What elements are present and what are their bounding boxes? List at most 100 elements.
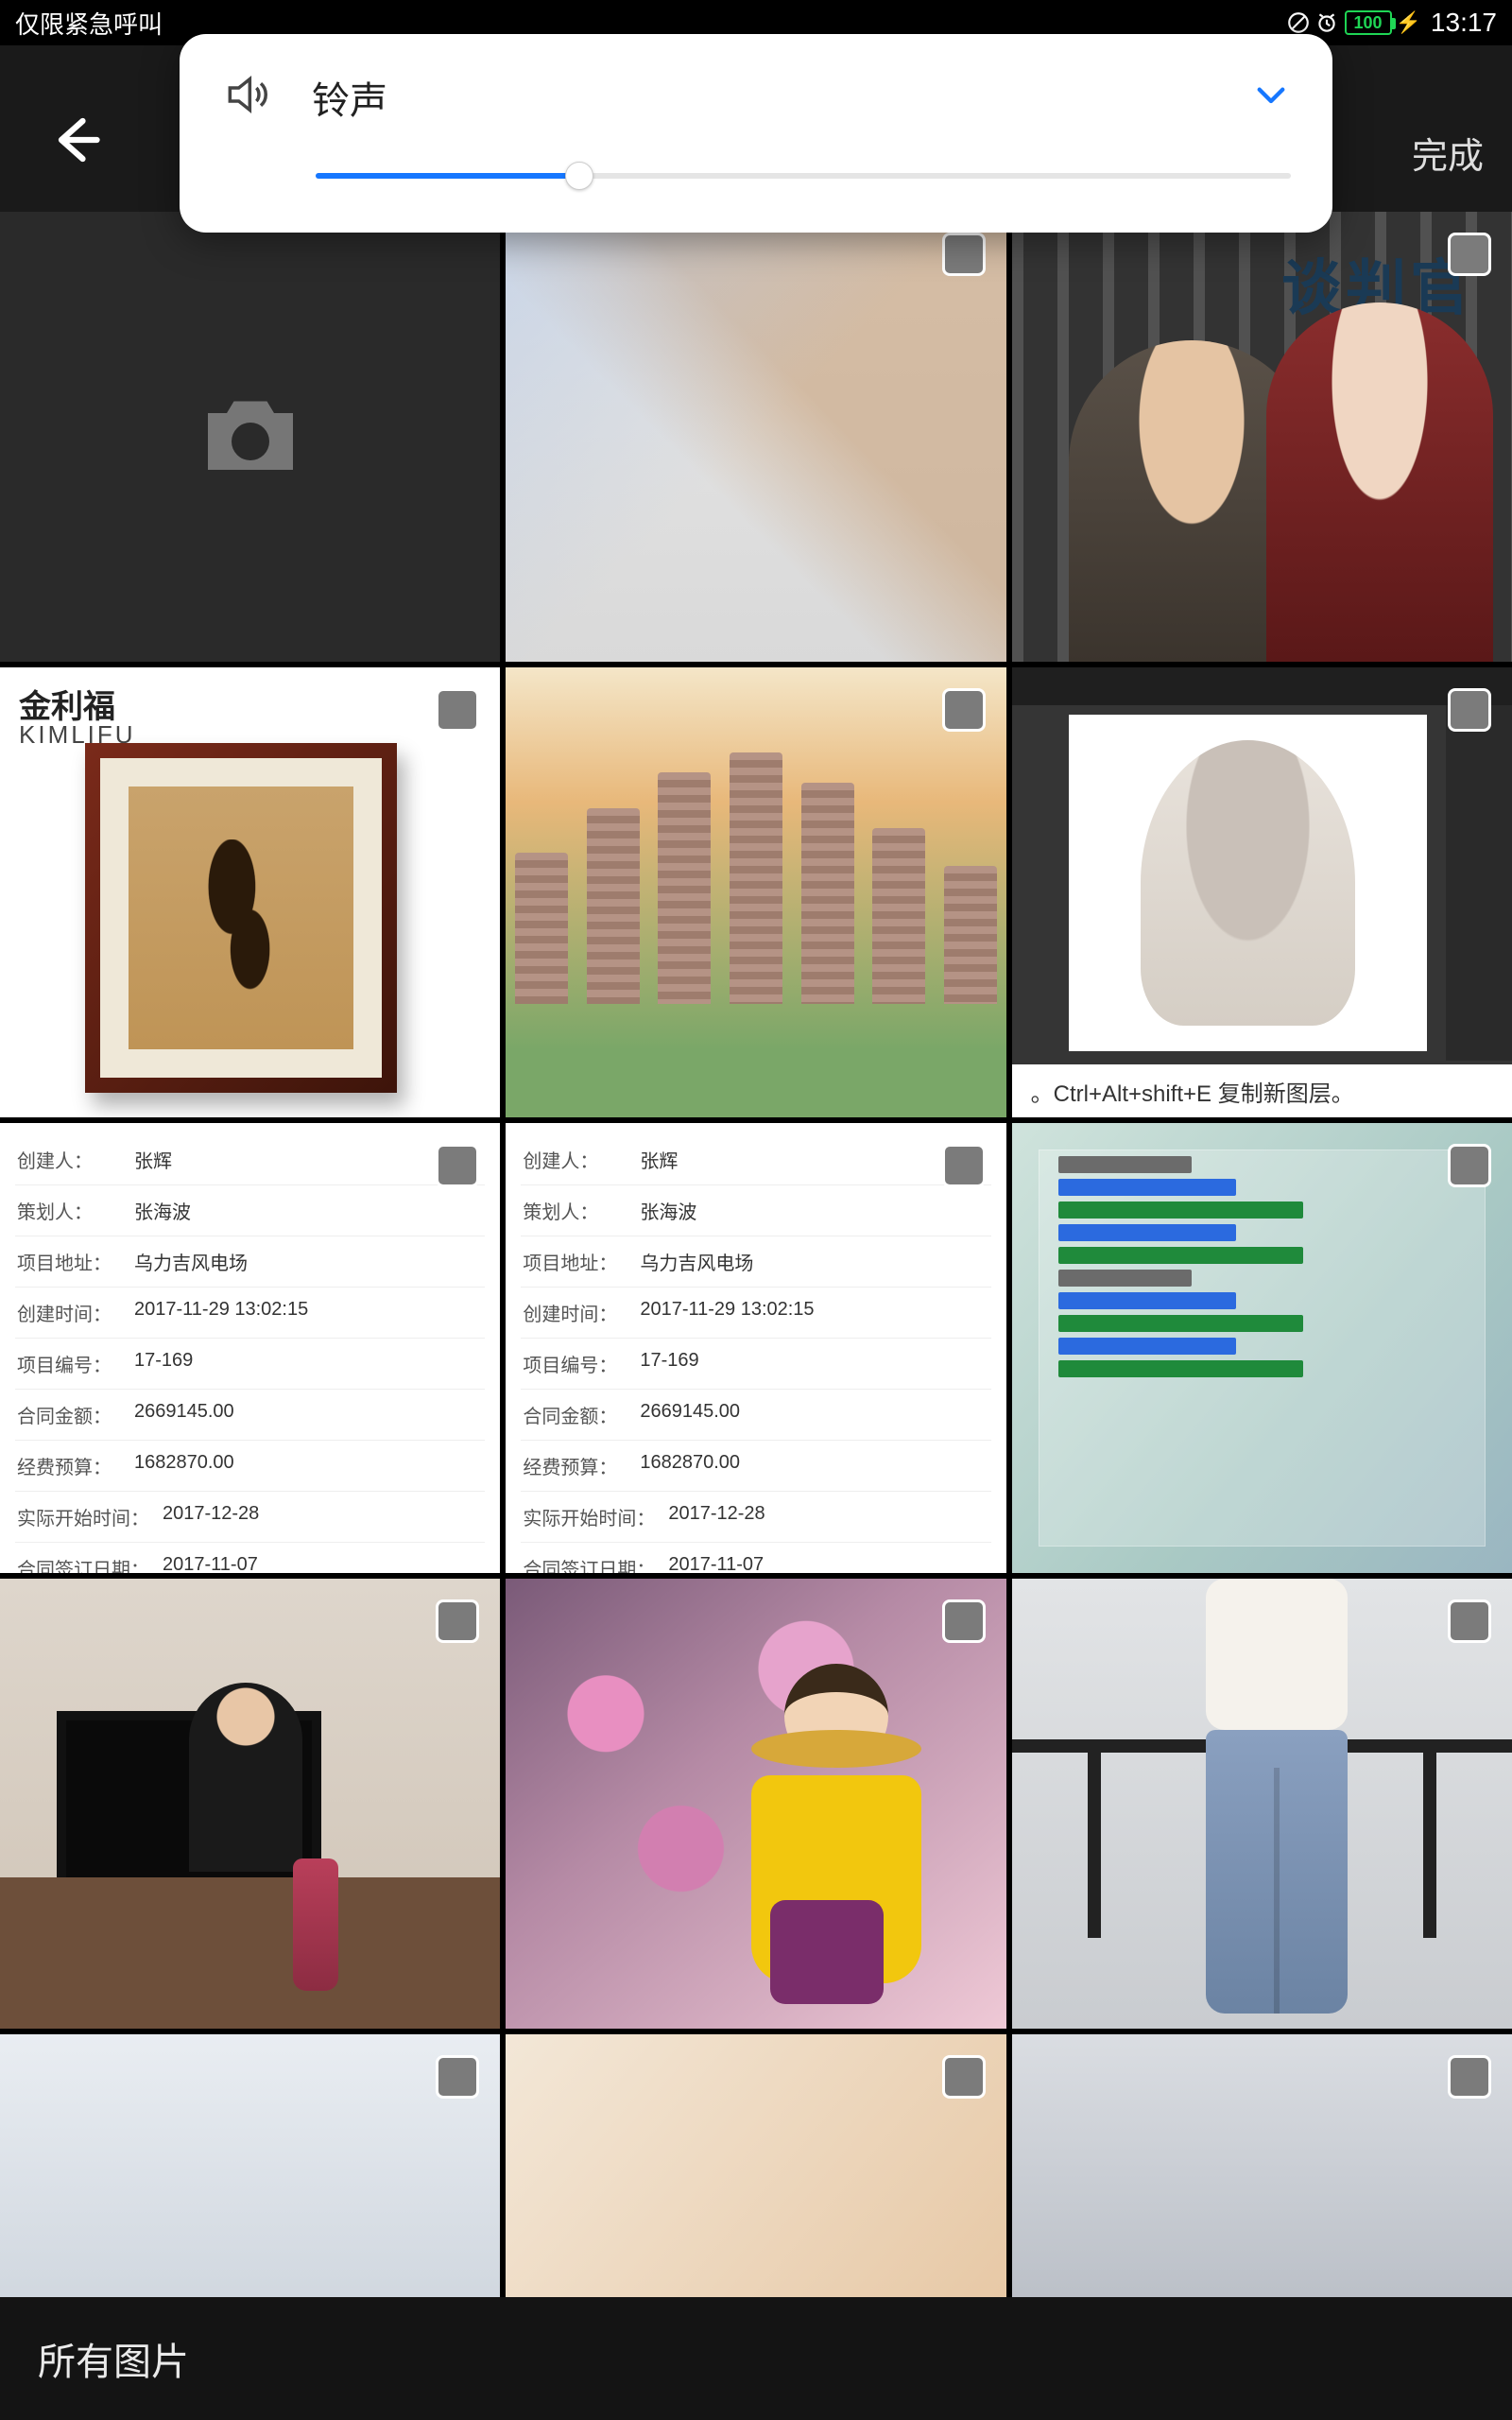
alarm-icon	[1314, 10, 1339, 35]
form-label: 创建时间：	[17, 1299, 121, 1326]
form-value: 2017-12-28	[163, 1503, 259, 1530]
expand-button[interactable]	[1251, 75, 1291, 119]
form-label: 创建人：	[523, 1146, 627, 1173]
form-row: 创建人： 张辉	[15, 1134, 485, 1185]
status-system-icons	[1286, 10, 1339, 35]
gallery-thumb[interactable]	[1012, 1579, 1512, 2029]
form-label: 合同签订日期：	[17, 1554, 149, 1573]
select-checkbox[interactable]	[1448, 688, 1491, 732]
form-value: 张辉	[134, 1146, 172, 1173]
select-checkbox[interactable]	[942, 2055, 986, 2099]
form-label: 项目地址：	[17, 1248, 121, 1275]
select-checkbox[interactable]	[942, 688, 986, 732]
gallery-thumb[interactable]	[1012, 2034, 1512, 2318]
speaker-icon	[221, 68, 274, 126]
select-checkbox[interactable]	[942, 1599, 986, 1643]
form-value: 2017-11-29 13:02:15	[640, 1299, 814, 1326]
form-label: 合同金额：	[523, 1401, 627, 1428]
select-checkbox[interactable]	[942, 1144, 986, 1187]
gallery-thumb[interactable]	[506, 2034, 1005, 2318]
gallery-thumb[interactable]	[506, 667, 1005, 1117]
form-row: 创建时间：2017-11-29 13:02:15	[521, 1288, 990, 1339]
form-value: 1682870.00	[640, 1452, 740, 1479]
slider-thumb[interactable]	[565, 162, 593, 190]
charging-icon: ⚡	[1396, 10, 1421, 35]
gallery-thumb[interactable]: 谈判官	[1012, 212, 1512, 662]
volume-panel: 铃声	[180, 34, 1332, 233]
form-label: 实际开始时间：	[523, 1503, 655, 1530]
gallery-grid[interactable]: 谈判官 金利福 KIMLIFU 。Ctrl+Alt+shift+E 复制新图层。…	[0, 212, 1512, 2318]
form-value: 2669145.00	[640, 1401, 740, 1428]
select-checkbox[interactable]	[1448, 1144, 1491, 1187]
form-value: 1682870.00	[134, 1452, 234, 1479]
form-value: 2017-11-07	[668, 1554, 764, 1573]
volume-label: 铃声	[312, 70, 1213, 125]
form-row: 经费预算：1682870.00	[521, 1441, 990, 1492]
form-row: 项目地址：乌力吉风电场	[15, 1236, 485, 1288]
slider-fill	[316, 173, 579, 179]
gallery-thumb[interactable]: 。Ctrl+Alt+shift+E 复制新图层。	[1012, 667, 1512, 1117]
form-label: 创建人：	[17, 1146, 121, 1173]
status-right-cluster: 100 ⚡ 13:17	[1286, 8, 1497, 38]
select-checkbox[interactable]	[436, 688, 479, 732]
camera-icon	[194, 380, 307, 493]
form-value: 2669145.00	[134, 1401, 234, 1428]
form-row: 合同金额： 2669145.00	[521, 1390, 990, 1441]
done-button[interactable]: 完成	[1412, 127, 1484, 179]
form-row: 合同签订日期： 2017-11-07	[15, 1543, 485, 1573]
gallery-thumb[interactable]	[0, 2034, 500, 2318]
gallery-thumb[interactable]	[0, 1579, 500, 2029]
select-checkbox[interactable]	[1448, 1599, 1491, 1643]
volume-slider[interactable]	[316, 158, 1291, 196]
back-button[interactable]	[47, 112, 104, 168]
form-row: 实际开始时间： 2017-12-28	[15, 1492, 485, 1543]
form-label: 项目编号：	[523, 1350, 627, 1377]
select-checkbox[interactable]	[942, 233, 986, 276]
form-label: 策划人：	[17, 1197, 121, 1224]
status-network-text: 仅限紧急呼叫	[15, 6, 163, 41]
form-value: 张海波	[640, 1197, 696, 1224]
form-row: 创建时间：2017-11-29 13:02:15	[15, 1288, 485, 1339]
form-label: 项目编号：	[17, 1350, 121, 1377]
select-checkbox[interactable]	[436, 2055, 479, 2099]
gallery-thumb[interactable]	[506, 1579, 1005, 2029]
gallery-thumb[interactable]: 创建人：张辉策划人：张海波项目地址：乌力吉风电场创建时间：2017-11-29 …	[506, 1123, 1005, 1573]
gallery-thumb[interactable]	[506, 212, 1005, 662]
back-arrow-icon	[47, 112, 104, 168]
no-sim-icon	[1286, 10, 1311, 35]
form-label: 实际开始时间：	[17, 1503, 149, 1530]
form-value: 张辉	[640, 1146, 678, 1173]
form-row: 合同签订日期： 2017-11-07	[521, 1543, 990, 1573]
select-checkbox[interactable]	[436, 1144, 479, 1187]
album-selector-bar[interactable]: 所有图片	[0, 2297, 1512, 2420]
caption-text: 。Ctrl+Alt+shift+E 复制新图层。	[1012, 1064, 1512, 1117]
form-row: 项目地址：乌力吉风电场	[521, 1236, 990, 1288]
form-value: 张海波	[134, 1197, 191, 1224]
form-value: 2017-12-28	[668, 1503, 765, 1530]
gallery-thumb[interactable]: 金利福 KIMLIFU	[0, 667, 500, 1117]
form-row: 项目编号： 17-169	[521, 1339, 990, 1390]
form-label: 合同金额：	[17, 1401, 121, 1428]
form-row: 创建人： 张辉	[521, 1134, 990, 1185]
battery-percent: 100	[1345, 10, 1392, 35]
camera-tile[interactable]	[0, 212, 500, 662]
form-value: 17-169	[134, 1350, 193, 1377]
form-row: 项目编号： 17-169	[15, 1339, 485, 1390]
album-selector-label: 所有图片	[38, 2331, 189, 2386]
form-label: 合同签订日期：	[523, 1554, 655, 1573]
form-row: 合同金额： 2669145.00	[15, 1390, 485, 1441]
chevron-down-icon	[1251, 75, 1291, 114]
form-label: 经费预算：	[17, 1452, 121, 1479]
form-row: 策划人： 张海波	[15, 1185, 485, 1236]
select-checkbox[interactable]	[1448, 2055, 1491, 2099]
select-checkbox[interactable]	[436, 1599, 479, 1643]
form-value: 17-169	[640, 1350, 698, 1377]
form-value: 乌力吉风电场	[640, 1248, 753, 1275]
form-row: 经费预算： 1682870.00	[15, 1441, 485, 1492]
form-value: 2017-11-07	[163, 1554, 258, 1573]
form-row: 实际开始时间： 2017-12-28	[521, 1492, 990, 1543]
select-checkbox[interactable]	[1448, 233, 1491, 276]
gallery-thumb[interactable]	[1012, 1123, 1512, 1573]
gallery-thumb[interactable]: 创建人： 张辉策划人： 张海波项目地址：乌力吉风电场创建时间：2017-11-29 …	[0, 1123, 500, 1573]
status-time: 13:17	[1431, 8, 1497, 38]
